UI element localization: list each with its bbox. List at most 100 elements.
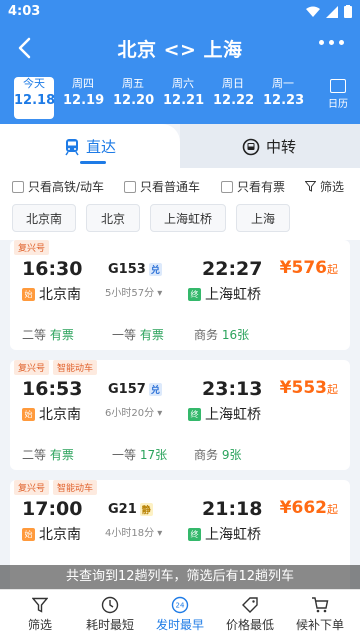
filter-button[interactable]: 筛选: [305, 178, 344, 195]
seat-first: 一等 有票: [112, 326, 164, 343]
calendar-button[interactable]: 日历: [324, 79, 352, 110]
seat-business: 商务 16张: [194, 326, 249, 343]
date-tab[interactable]: 周四 12.19: [63, 77, 105, 111]
date-tab-today[interactable]: 今天 12.18: [14, 77, 55, 119]
status-icons: [306, 5, 352, 18]
tab-transfer[interactable]: 中转: [180, 124, 360, 168]
start-station-icon: 始: [22, 287, 35, 301]
duration-text: 6小时20分: [105, 408, 155, 419]
duration-text: 5小时57分: [105, 288, 155, 299]
station-chip[interactable]: 北京南: [12, 204, 76, 232]
svg-text:24: 24: [176, 602, 185, 610]
route-title[interactable]: 北京 <> 上海: [0, 35, 360, 62]
filter-normal[interactable]: 只看普通车: [124, 178, 200, 195]
seat-name: 一等: [112, 328, 137, 342]
end-station-icon: 终: [188, 287, 201, 301]
train-card[interactable]: 复兴号 16:30 G153 兑 5小时57分 ▾ 22:27 ¥576起 始 …: [10, 240, 350, 350]
departure-station: 始 北京南: [22, 404, 81, 424]
seat-name: 二等: [22, 328, 47, 342]
badge-group: 复兴号: [14, 240, 50, 255]
date-tab[interactable]: 周五 12.20: [113, 77, 155, 111]
date-tab[interactable]: 周一 12.23: [263, 77, 304, 111]
train-number-text: G153: [108, 262, 146, 277]
nav-waitlist[interactable]: 候补下单: [290, 594, 350, 633]
more-icon[interactable]: [319, 40, 344, 45]
nav-shortest[interactable]: 耗时最短: [80, 594, 140, 633]
badge: 智能动车: [53, 360, 98, 375]
station-name: 上海虹桥: [205, 527, 261, 543]
date-weekday: 周一: [272, 77, 294, 90]
badge: 复兴号: [14, 360, 50, 375]
badge: 复兴号: [14, 240, 50, 255]
station-chip[interactable]: 上海虹桥: [150, 204, 226, 232]
filter-available[interactable]: 只看有票: [221, 178, 285, 195]
nav-cheapest[interactable]: 价格最低: [220, 594, 280, 633]
seat-value: 有票: [49, 448, 74, 462]
train-tag: 兑: [148, 383, 162, 396]
arrival-station: 终 上海虹桥: [188, 284, 261, 304]
nav-label: 耗时最短: [85, 618, 134, 632]
status-time: 4:03: [8, 4, 41, 19]
duration-text: 4小时18分: [105, 528, 155, 539]
duration[interactable]: 6小时20分 ▾: [105, 404, 162, 419]
filter-label: 只看高铁/动车: [28, 180, 105, 194]
filter-label: 只看有票: [237, 180, 286, 194]
battery-icon: [344, 5, 352, 18]
train-number: G157 兑: [108, 382, 162, 397]
price-suffix: 起: [327, 263, 338, 276]
transfer-icon: [242, 138, 260, 155]
status-bar: 4:03: [0, 0, 360, 24]
checkbox-icon: [12, 180, 24, 193]
date-value: 12.19: [63, 93, 105, 108]
arrival-time: 21:18: [202, 498, 263, 520]
tab-direct[interactable]: 直达: [0, 124, 180, 168]
nav-filter[interactable]: 筛选: [10, 594, 70, 633]
duration[interactable]: 5小时57分 ▾: [105, 284, 162, 299]
signal-icon: [326, 5, 338, 18]
main-content: 中转 直达 只看高铁/动车 只看普通车 只看有票 筛选 北京南 北京 上海虹桥 …: [0, 124, 360, 639]
end-station-icon: 终: [188, 407, 201, 421]
price: ¥662起: [280, 498, 338, 518]
seat-name: 商务: [194, 328, 219, 342]
train-card[interactable]: 复兴号 智能动车 16:53 G157 兑 6小时20分 ▾ 23:13 ¥55…: [10, 360, 350, 470]
tab-direct-label: 直达: [86, 138, 117, 156]
train-number: G153 兑: [108, 262, 162, 277]
train-number-text: G157: [108, 382, 146, 397]
checkbox-icon: [221, 180, 233, 193]
chevron-down-icon: ▾: [157, 528, 163, 539]
station-chip[interactable]: 上海: [236, 204, 290, 232]
calendar-label: 日历: [328, 99, 348, 110]
date-selector: 今天 12.18 周四 12.19 周五 12.20 周六 12.21 周日 1…: [0, 72, 360, 124]
seat-value: 16张: [221, 328, 250, 342]
date-tab[interactable]: 周日 12.22: [213, 77, 255, 111]
date-value: 12.20: [113, 93, 155, 108]
seat-value: 9张: [221, 448, 242, 462]
station-name: 上海虹桥: [205, 287, 261, 303]
price-suffix: 起: [327, 503, 338, 516]
nav-earliest[interactable]: 24 发时最早: [150, 594, 210, 633]
end-station-icon: 终: [188, 527, 201, 541]
seat-value: 17张: [139, 448, 168, 462]
date-weekday: 周日: [222, 77, 244, 90]
filter-high-speed[interactable]: 只看高铁/动车: [12, 178, 104, 195]
arrival-time: 22:27: [202, 258, 263, 280]
filter-bar: 只看高铁/动车 只看普通车 只看有票 筛选: [0, 168, 360, 202]
seat-business: 商务 9张: [194, 446, 241, 463]
station-chip[interactable]: 北京: [86, 204, 140, 232]
date-tab[interactable]: 周六 12.21: [163, 77, 204, 111]
station-name: 上海虹桥: [205, 407, 261, 423]
price-tag-icon: [242, 597, 258, 613]
nav-label: 候补下单: [295, 618, 344, 632]
seat-second: 二等 有票: [22, 446, 74, 463]
nav-label: 价格最低: [225, 618, 274, 632]
train-number-text: G21: [108, 502, 137, 517]
date-value: 12.22: [213, 93, 255, 108]
clock-icon: [101, 596, 119, 614]
seat-first: 一等 17张: [112, 446, 167, 463]
date-weekday: 周五: [122, 77, 144, 90]
arrival-station: 终 上海虹桥: [188, 404, 261, 424]
header: 北京 <> 上海: [0, 24, 360, 72]
price: ¥553起: [280, 378, 338, 398]
duration[interactable]: 4小时18分 ▾: [105, 524, 162, 539]
active-tab-indicator: [80, 161, 106, 164]
